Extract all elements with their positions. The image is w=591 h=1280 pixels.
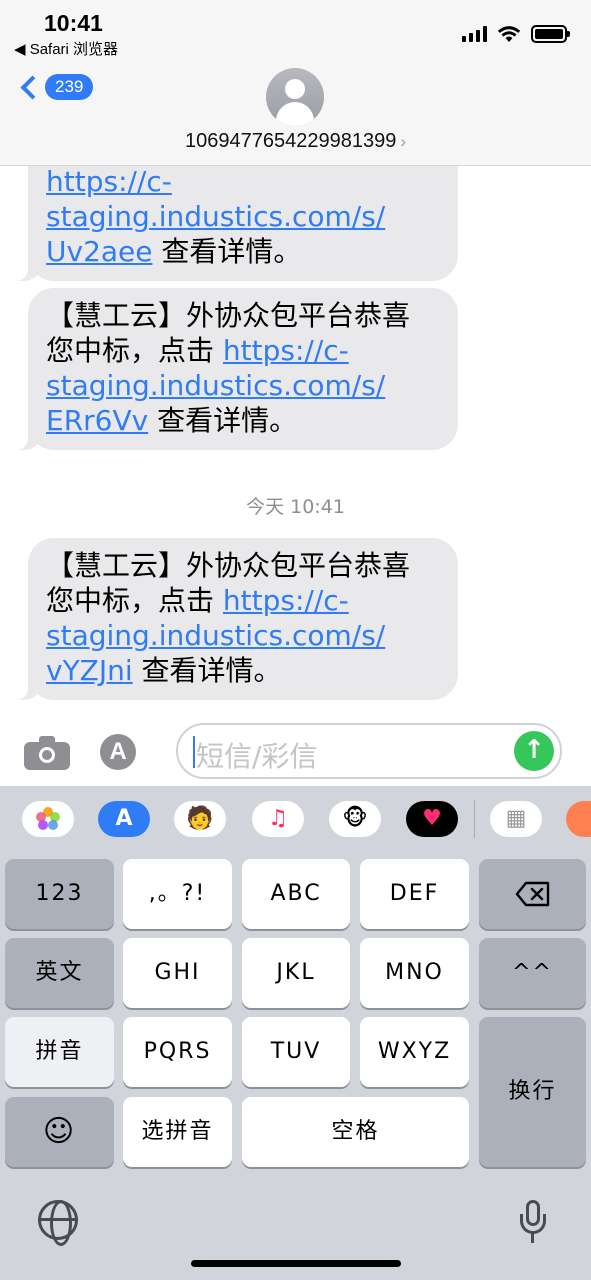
send-button[interactable]: ↑ — [514, 731, 554, 771]
status-icons — [462, 25, 570, 43]
back-button[interactable]: 239 — [16, 74, 94, 100]
app-store-app-icon[interactable]: A — [98, 801, 150, 837]
key-123[interactable]: 123 — [5, 859, 114, 929]
wifi-icon — [497, 26, 521, 42]
status-time: 10:41 — [44, 10, 103, 36]
emoji-key[interactable]: ☺ — [5, 1097, 114, 1167]
contact-name-button[interactable]: 1069477654229981399 › — [0, 130, 591, 153]
key-punctuation[interactable]: ,。?! — [123, 859, 232, 929]
memoji-app-icon[interactable]: 🧑 — [174, 801, 226, 837]
key-mno[interactable]: MNO — [360, 938, 469, 1008]
imessage-app-strip: A 🧑 ♫ 🐵 ♥ ▦ — [0, 786, 591, 856]
message-bubble: 【慧工云】外协众包平台恭喜 您中标，点击 https://c-staging.in… — [14, 288, 458, 450]
key-english[interactable]: 英文 — [5, 938, 114, 1008]
messages-screen: https://c-staging.industics.com/s/Uv2aee… — [0, 0, 591, 1280]
music-app-icon[interactable]: ♫ — [252, 801, 304, 837]
more-app-icon[interactable] — [566, 801, 591, 837]
app-strip-divider — [474, 800, 475, 838]
chevron-right-icon: › — [400, 132, 406, 151]
message-placeholder: 短信/彩信 — [196, 740, 318, 773]
message-suffix: 查看详情。 — [152, 235, 302, 268]
photos-app-icon[interactable] — [22, 801, 74, 837]
key-def[interactable]: DEF — [360, 859, 469, 929]
chevron-left-icon — [20, 74, 45, 100]
emoji-icon: ☺ — [42, 1114, 77, 1149]
back-to-app-link[interactable]: ◀ Safari 浏览器 — [14, 38, 118, 59]
unread-count-badge: 239 — [45, 74, 94, 100]
key-wxyz[interactable]: WXYZ — [360, 1017, 469, 1087]
sticker-app-icon[interactable]: ▦ — [490, 801, 542, 837]
delete-key[interactable] — [479, 859, 586, 929]
key-select-pinyin[interactable]: 选拼音 — [123, 1097, 232, 1167]
camera-icon[interactable] — [24, 736, 70, 770]
animoji-app-icon[interactable]: 🐵 — [329, 801, 381, 837]
message-composer: A 短信/彩信 ↑ — [0, 714, 591, 786]
key-emoticon[interactable]: ^^ — [479, 938, 586, 1008]
message-input[interactable]: 短信/彩信 ↑ — [176, 723, 562, 779]
contact-number: 1069477654229981399 — [184, 130, 397, 152]
backspace-icon — [515, 881, 549, 907]
app-store-icon[interactable]: A — [100, 734, 150, 770]
key-pqrs[interactable]: PQRS — [123, 1017, 232, 1087]
digital-touch-app-icon[interactable]: ♥ — [406, 801, 458, 837]
cellular-signal-icon — [462, 26, 487, 42]
message-suffix: 查看详情。 — [132, 654, 282, 687]
key-abc[interactable]: ABC — [242, 859, 350, 929]
text-cursor — [193, 736, 195, 768]
message-suffix: 查看详情。 — [148, 404, 298, 437]
message-bubble: 【慧工云】外协众包平台恭喜 您中标，点击 https://c-staging.in… — [14, 538, 458, 700]
navigation-header: 10:41 ◀ Safari 浏览器 239 10694776542299813… — [0, 0, 591, 166]
key-ghi[interactable]: GHI — [123, 938, 232, 1008]
return-key[interactable]: 换行 — [479, 1017, 586, 1167]
battery-icon — [531, 25, 570, 43]
globe-icon[interactable] — [38, 1200, 78, 1246]
message-timestamp: 今天 10:41 — [246, 496, 345, 518]
key-jkl[interactable]: JKL — [242, 938, 350, 1008]
space-key[interactable]: 空格 — [242, 1097, 469, 1167]
contact-avatar[interactable] — [266, 68, 324, 126]
home-indicator — [191, 1260, 401, 1267]
microphone-icon[interactable] — [520, 1200, 546, 1244]
key-tuv[interactable]: TUV — [242, 1017, 350, 1087]
key-pinyin[interactable]: 拼音 — [5, 1017, 114, 1087]
